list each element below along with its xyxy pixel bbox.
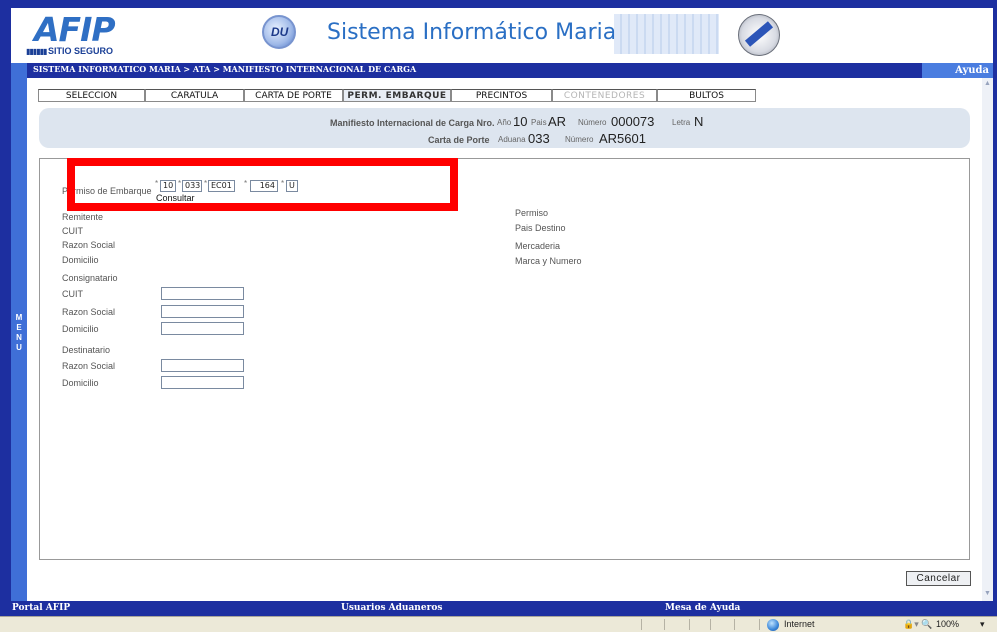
permiso-info-label: Permiso xyxy=(515,208,549,218)
breadcrumb: SISTEMA INFORMATICO MARIA > ATA > MANIFI… xyxy=(33,64,417,74)
browser-status-bar xyxy=(0,616,997,632)
pais-value: AR xyxy=(548,114,567,129)
side-menu-label: MENU xyxy=(15,313,23,352)
destinatario-domicilio-input[interactable] xyxy=(161,376,244,389)
letra-value: N xyxy=(694,114,704,129)
highlight-annotation xyxy=(67,158,458,211)
sitio-seguro-seal-icon xyxy=(728,14,788,56)
status-separator xyxy=(759,619,760,630)
numero2-value: AR5601 xyxy=(599,131,646,146)
aduana-label: Aduana xyxy=(498,135,526,144)
marca-numero-label: Marca y Numero xyxy=(515,256,582,266)
side-menu-toggle[interactable]: MENU xyxy=(11,63,27,601)
tab-contenedores: CONTENEDORES xyxy=(552,89,657,102)
destinatario-domicilio-label: Domicilio xyxy=(62,378,99,388)
barcode-icon: ▮▮▮▮▮▮ xyxy=(26,47,47,56)
decorative-mosaic xyxy=(614,14,719,54)
consignatario-cuit-input[interactable] xyxy=(161,287,244,300)
destinatario-label: Destinatario xyxy=(62,345,111,355)
consignatario-label: Consignatario xyxy=(62,273,118,283)
window-right-edge xyxy=(993,0,997,632)
page-footer xyxy=(11,601,993,616)
remitente-label: Remitente xyxy=(62,212,104,222)
tab-caratula[interactable]: CARATULA xyxy=(145,89,244,102)
manifest-label: Manifiesto Internacional de Carga Nro. xyxy=(330,118,495,128)
carta-de-porte-label: Carta de Porte xyxy=(428,135,490,145)
consignatario-razon-social-label: Razon Social xyxy=(62,307,116,317)
app-title: Sistema Informático Maria xyxy=(327,20,617,45)
status-separator xyxy=(710,619,711,630)
tab-bultos[interactable]: BULTOS xyxy=(657,89,756,102)
status-separator xyxy=(641,619,642,630)
remitente-cuit-label: CUIT xyxy=(62,226,83,236)
anio-label: Año xyxy=(497,118,512,127)
numero2-label: Número xyxy=(565,135,594,144)
tab-perm-embarque[interactable]: PERM. EMBARQUE xyxy=(343,89,451,102)
tab-seleccion[interactable]: SELECCION xyxy=(38,89,145,102)
scroll-up-icon[interactable]: ▲ xyxy=(982,79,993,89)
logo-subtitle: SITIO SEGURO xyxy=(48,46,114,56)
remitente-razon-social-label: Razon Social xyxy=(62,240,116,250)
zoom-icon[interactable]: 🔍 xyxy=(921,619,932,630)
breadcrumb-bar: SISTEMA INFORMATICO MARIA > ATA > MANIFI… xyxy=(27,63,993,78)
consignatario-razon-social-input[interactable] xyxy=(161,305,244,318)
destinatario-razon-social-label: Razon Social xyxy=(62,361,116,371)
mercaderia-label: Mercaderia xyxy=(515,241,561,251)
consignatario-domicilio-input[interactable] xyxy=(161,322,244,335)
consignatario-domicilio-label: Domicilio xyxy=(62,324,99,334)
mesa-de-ayuda-link[interactable]: Mesa de Ayuda xyxy=(665,603,740,613)
logo-text: AFIP xyxy=(34,10,116,49)
status-separator xyxy=(664,619,665,630)
tab-precintos[interactable]: PRECINTOS xyxy=(451,89,552,102)
window-left-edge xyxy=(0,0,11,632)
destinatario-razon-social-input[interactable] xyxy=(161,359,244,372)
window-top-edge xyxy=(0,0,997,8)
portal-afip-link[interactable]: Portal AFIP xyxy=(12,603,70,613)
help-button[interactable]: Ayuda xyxy=(922,63,993,78)
pais-destino-label: Pais Destino xyxy=(515,223,566,233)
zoom-menu-icon[interactable]: ▾ xyxy=(980,619,985,630)
letra-label: Letra xyxy=(672,118,691,127)
status-separator xyxy=(689,619,690,630)
numero-value: 000073 xyxy=(611,114,655,129)
remitente-domicilio-label: Domicilio xyxy=(62,255,99,265)
tab-carta-de-porte[interactable]: CARTA DE PORTE xyxy=(244,89,343,102)
anio-value: 10 xyxy=(513,114,528,129)
usuarios-aduaneros-link[interactable]: Usuarios Aduaneros xyxy=(341,603,442,613)
zoom-level[interactable]: 100% xyxy=(936,619,959,629)
vertical-scrollbar[interactable] xyxy=(982,78,993,601)
status-separator xyxy=(734,619,735,630)
cancel-button[interactable]: Cancelar xyxy=(906,571,971,586)
afip-logo[interactable]: AFIP ▮▮▮▮▮▮ SITIO SEGURO xyxy=(26,10,141,56)
internet-zone-icon xyxy=(767,619,779,631)
du-seal-icon: DU xyxy=(262,15,296,49)
consignatario-cuit-label: CUIT xyxy=(62,289,83,299)
numero-label: Número xyxy=(578,118,607,127)
aduana-value: 033 xyxy=(528,131,550,146)
scroll-down-icon[interactable]: ▼ xyxy=(982,589,993,599)
pais-label: Pais xyxy=(531,118,547,127)
internet-zone-label: Internet xyxy=(784,619,815,629)
protected-mode-icon[interactable]: 🔒▾ xyxy=(903,619,919,630)
